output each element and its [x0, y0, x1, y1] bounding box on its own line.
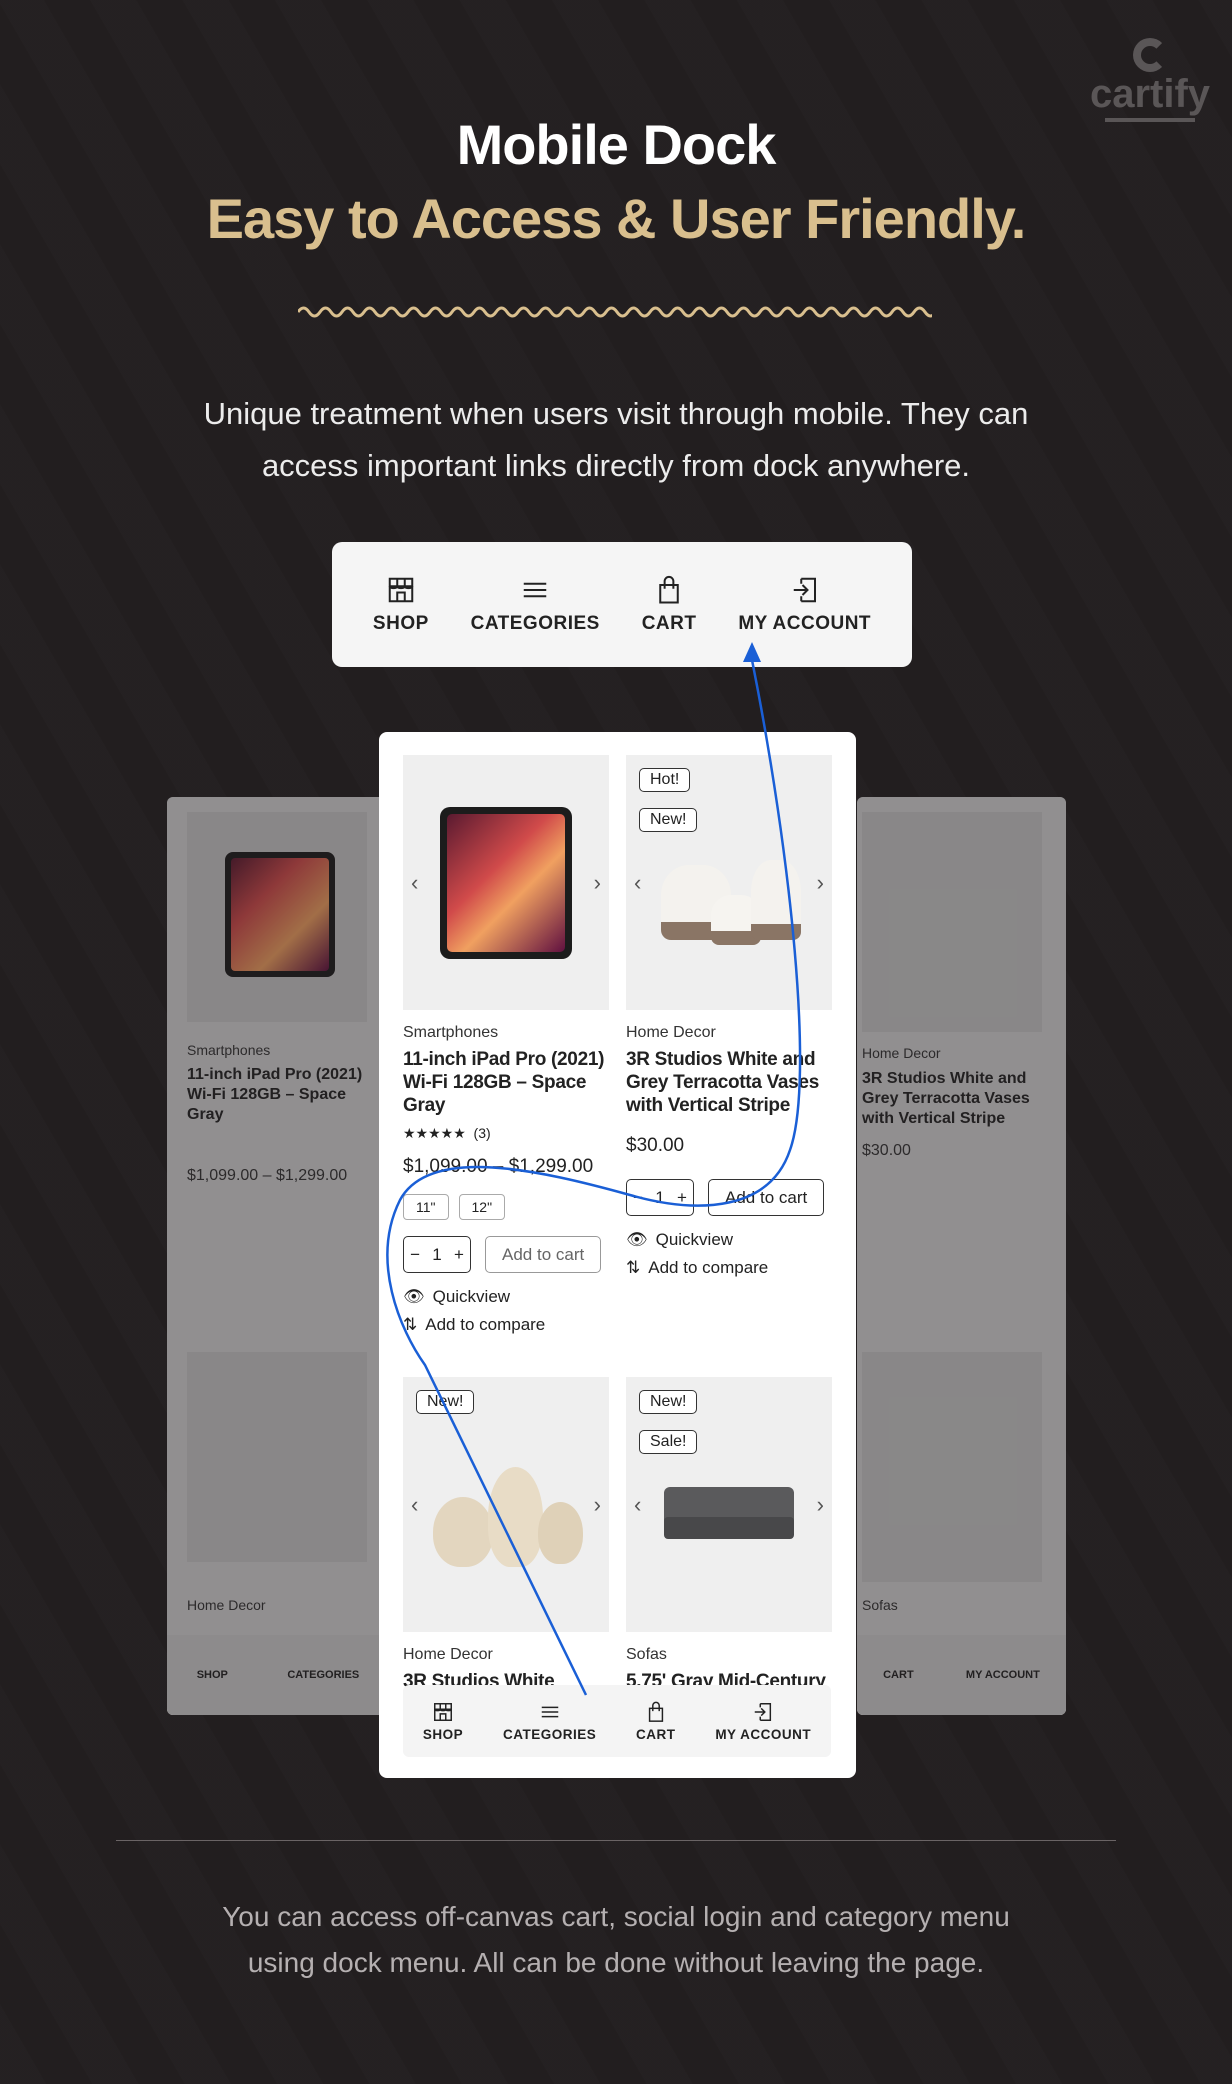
login-icon — [752, 1701, 774, 1723]
prev-image-icon[interactable]: ‹ — [634, 1492, 641, 1518]
dock-categories[interactable]: CATEGORIES — [503, 1701, 596, 1742]
shop-icon — [386, 575, 416, 605]
eye-icon: 👁 — [626, 1230, 648, 1249]
menu-icon — [539, 1701, 561, 1723]
bag-icon — [654, 575, 684, 605]
product-category[interactable]: Home Decor — [403, 1646, 609, 1664]
product-title[interactable]: 11-inch iPad Pro (2021) Wi-Fi 128GB – Sp… — [403, 1048, 609, 1117]
product-category[interactable]: Smartphones — [403, 1024, 609, 1042]
product-card: New! ‹ › Home Decor 3R Studios White — [403, 1377, 609, 1693]
prev-image-icon[interactable]: ‹ — [634, 870, 641, 896]
product-card: New! Sale! ‹ › Sofas 5.75' Gray Mid-Centu… — [626, 1377, 832, 1693]
quickview-link[interactable]: 👁 Quickview — [626, 1230, 832, 1250]
option-12[interactable]: 12" — [458, 1194, 506, 1220]
dock-categories[interactable]: CATEGORIES — [471, 575, 600, 635]
mobile-screen-preview: ‹ › Smartphones 11-inch iPad Pro (2021) W… — [379, 732, 856, 1778]
prev-image-icon[interactable]: ‹ — [411, 1492, 418, 1518]
sale-badge: Sale! — [639, 1430, 698, 1454]
product-image[interactable]: New! Sale! ‹ › — [626, 1377, 832, 1632]
hot-badge: Hot! — [639, 768, 691, 792]
login-icon — [790, 575, 820, 605]
mobile-dock-preview: SHOP CATEGORIES CART MY ACCOUNT — [332, 542, 912, 667]
page-title: Mobile Dock — [456, 113, 777, 176]
menu-icon — [520, 575, 550, 605]
footer-description: You can access off-canvas cart, social l… — [222, 1901, 1010, 1978]
product-card: ‹ › Smartphones 11-inch iPad Pro (2021) W… — [403, 755, 609, 1335]
compare-link[interactable]: ⇅ Add to compare — [403, 1315, 609, 1335]
product-card: Hot! New! ‹ › Home Decor 3R Studios White… — [626, 755, 832, 1278]
add-to-cart-button[interactable]: Add to cart — [485, 1236, 602, 1273]
add-to-cart-button[interactable]: Add to cart — [708, 1179, 825, 1216]
description: Unique treatment when users visit throug… — [203, 396, 1029, 483]
product-rating: ★★★★★ (3) — [403, 1125, 491, 1141]
option-11[interactable]: 11" — [403, 1194, 449, 1220]
prev-image-icon[interactable]: ‹ — [411, 870, 418, 896]
background-screen-left: Smartphones 11-inch iPad Pro (2021) Wi-F… — [167, 797, 389, 1715]
next-image-icon[interactable]: › — [594, 1492, 601, 1518]
dock-my-account[interactable]: MY ACCOUNT — [738, 575, 871, 635]
wave-divider — [298, 306, 932, 318]
page-subtitle: Easy to Access & User Friendly. — [206, 187, 1027, 250]
product-image[interactable]: Hot! New! ‹ › — [626, 755, 832, 1010]
dock-my-account[interactable]: MY ACCOUNT — [715, 1701, 811, 1742]
product-image[interactable]: New! ‹ › — [403, 1377, 609, 1632]
compare-icon: ⇅ — [626, 1258, 641, 1277]
product-price: $1,099.00 – $1,299.00 — [403, 1156, 594, 1177]
new-badge: New! — [639, 1390, 698, 1414]
product-price: $30.00 — [626, 1135, 685, 1156]
cartify-logo: cartify — [1085, 38, 1215, 122]
product-category[interactable]: Home Decor — [626, 1024, 832, 1042]
dock-cart[interactable]: CART — [642, 575, 697, 635]
dock-shop[interactable]: SHOP — [373, 575, 429, 635]
product-image[interactable]: ‹ › — [403, 755, 609, 1010]
bag-icon — [645, 1701, 667, 1723]
next-image-icon[interactable]: › — [817, 1492, 824, 1518]
quickview-link[interactable]: 👁 Quickview — [403, 1287, 609, 1307]
quantity-stepper[interactable]: −1 + — [626, 1179, 694, 1216]
eye-icon: 👁 — [403, 1287, 425, 1306]
shop-icon — [432, 1701, 454, 1723]
quantity-stepper[interactable]: −1 + — [403, 1236, 471, 1273]
compare-link[interactable]: ⇅ Add to compare — [626, 1258, 832, 1278]
compare-icon: ⇅ — [403, 1315, 418, 1334]
product-category[interactable]: Sofas — [626, 1646, 832, 1664]
section-divider — [116, 1840, 1116, 1841]
dock-shop[interactable]: SHOP — [423, 1701, 463, 1742]
next-image-icon[interactable]: › — [594, 870, 601, 896]
next-image-icon[interactable]: › — [817, 870, 824, 896]
new-badge: New! — [639, 808, 698, 832]
dock-cart[interactable]: CART — [636, 1701, 676, 1742]
background-screen-right: Home Decor 3R Studios White and Grey Ter… — [857, 797, 1066, 1715]
product-title[interactable]: 3R Studios White and Grey Terracotta Vas… — [626, 1048, 832, 1117]
new-badge: New! — [416, 1390, 475, 1414]
mobile-dock: SHOP CATEGORIES CART MY ACCOUNT — [403, 1685, 831, 1757]
